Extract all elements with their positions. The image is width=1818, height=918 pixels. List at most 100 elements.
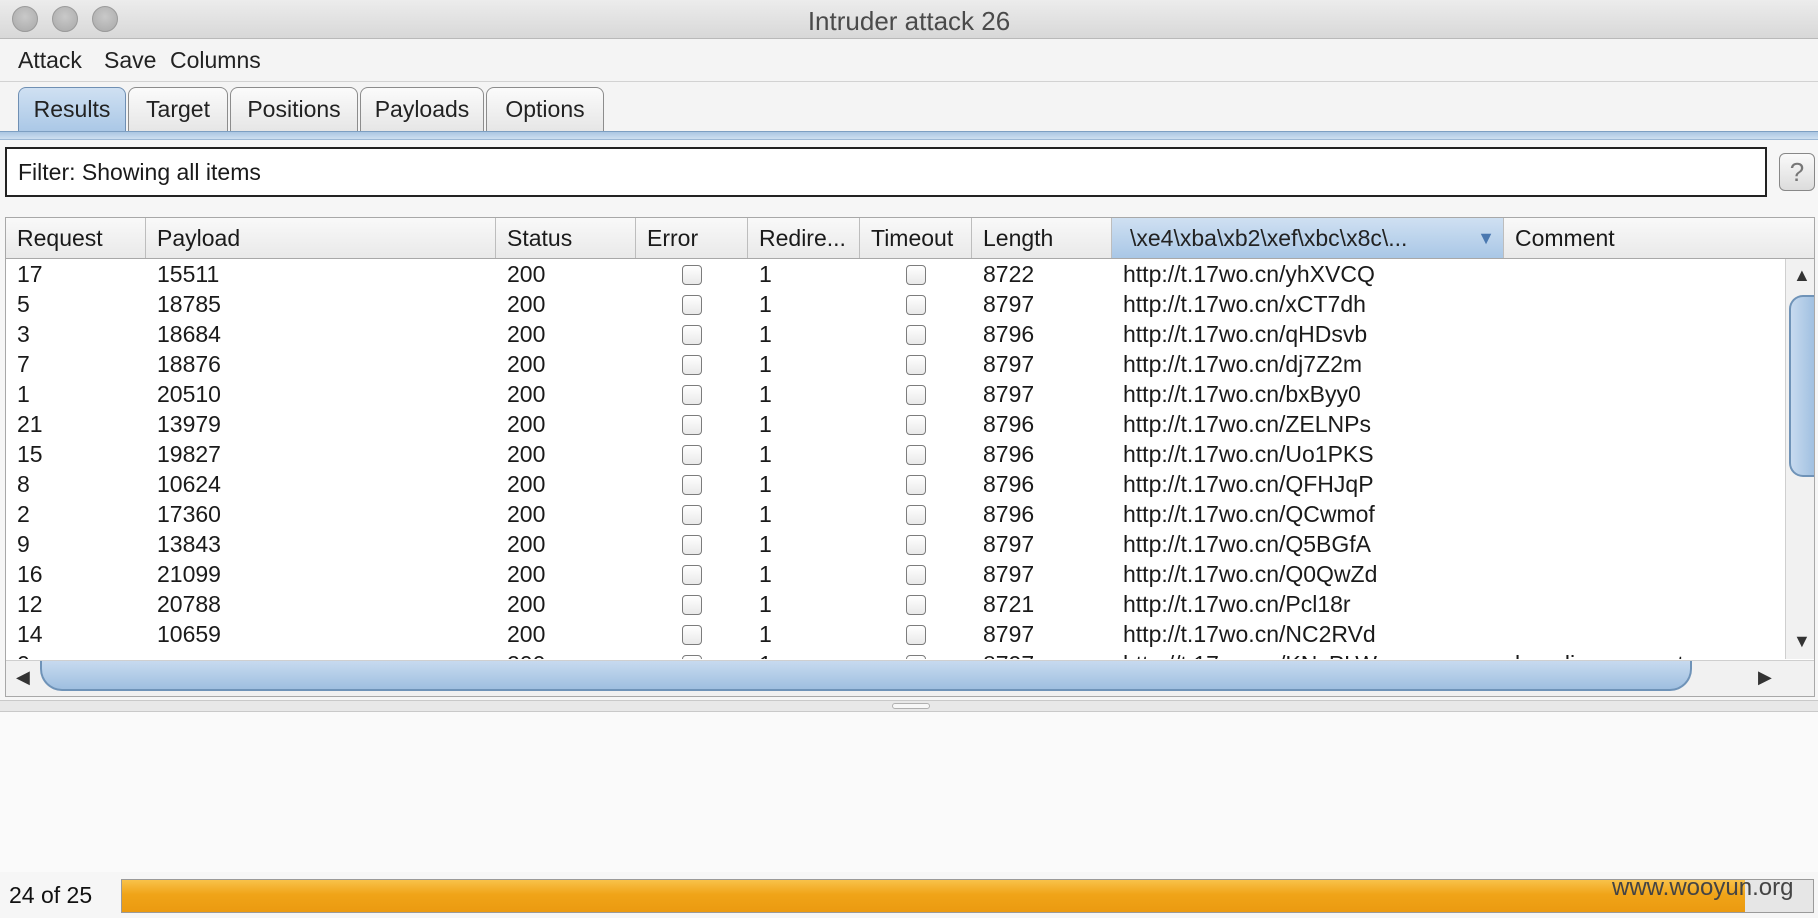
cell-error-checkbox — [682, 565, 702, 585]
scroll-up-icon[interactable]: ▲ — [1793, 265, 1811, 286]
cell-error-checkbox — [682, 445, 702, 465]
cell-extract: http://t.17wo.cn/KNxPLW — [1123, 649, 1377, 659]
cell-redirects: 1 — [759, 649, 772, 659]
help-button[interactable]: ? — [1779, 153, 1815, 191]
column-header-payload[interactable]: Payload — [146, 218, 496, 258]
column-header-length[interactable]: Length — [972, 218, 1112, 258]
cell-request: 9 — [17, 531, 30, 557]
cell-redirects: 1 — [759, 261, 772, 287]
cell-length: 8797 — [983, 561, 1035, 587]
table-row[interactable]: 2 17360 200 1 8796 http://t.17wo.cn/QCwmof — [6, 499, 1786, 529]
cell-timeout-checkbox — [906, 655, 926, 659]
cell-status: 200 — [507, 291, 546, 317]
cell-error-checkbox — [682, 625, 702, 645]
horizontal-scroll-thumb[interactable] — [40, 661, 1692, 691]
cell-redirects: 1 — [759, 471, 772, 497]
tab-target[interactable]: Target — [128, 87, 228, 131]
cell-request: 17 — [17, 261, 43, 287]
column-header-timeout[interactable]: Timeout — [860, 218, 972, 258]
table-body: 17 15511 200 1 8722 http://t.17wo.cn/yhXVCQ 5 1… — [6, 259, 1786, 659]
table-row[interactable]: 12 20788 200 1 8721 http://t.17wo.cn/Pcl18r — [6, 589, 1786, 619]
cell-status: 200 — [507, 531, 546, 557]
table-row[interactable]: 16 21099 200 1 8797 http://t.17wo.cn/Q0QwZd — [6, 559, 1786, 589]
table-row[interactable]: 14 10659 200 1 8797 http://t.17wo.cn/NC2RVd — [6, 619, 1786, 649]
table-row[interactable]: 3 18684 200 1 8796 http://t.17wo.cn/qHDsvb — [6, 319, 1786, 349]
cell-payload: 13843 — [157, 531, 221, 557]
cell-timeout-checkbox — [906, 565, 926, 585]
progress-count: 24 of 25 — [9, 882, 93, 908]
cell-payload: 10624 — [157, 471, 221, 497]
progress-fill — [122, 880, 1746, 912]
tab-results[interactable]: Results — [18, 87, 126, 133]
filter-bar[interactable]: Filter: Showing all items — [5, 147, 1767, 197]
cell-payload: 19827 — [157, 441, 221, 467]
cell-length: 8797 — [983, 649, 1034, 659]
cell-request: 12 — [17, 591, 43, 617]
cell-length: 8797 — [983, 621, 1035, 647]
pane-splitter[interactable] — [0, 700, 1818, 712]
table-row[interactable]: 1 20510 200 1 8797 http://t.17wo.cn/bxByy0 — [6, 379, 1786, 409]
cell-payload: 17360 — [157, 501, 221, 527]
cell-timeout-checkbox — [906, 505, 926, 525]
cell-redirects: 1 — [759, 501, 772, 527]
table-row[interactable]: 9 13843 200 1 8797 http://t.17wo.cn/Q5BGfA — [6, 529, 1786, 559]
cell-redirects: 1 — [759, 621, 772, 647]
cell-redirects: 1 — [759, 561, 772, 587]
title-bar: Intruder attack 26 — [0, 0, 1818, 39]
cell-extract: http://t.17wo.cn/Q5BGfA — [1123, 531, 1372, 557]
column-header-status[interactable]: Status — [496, 218, 636, 258]
column-header-redirects[interactable]: Redire... — [748, 218, 860, 258]
table-row[interactable]: 21 13979 200 1 8796 http://t.17wo.cn/ZELNPs — [6, 409, 1786, 439]
cell-length: 8797 — [983, 291, 1035, 317]
cell-request: 2 — [17, 501, 30, 527]
cell-length: 8722 — [983, 261, 1035, 287]
cell-error-checkbox — [682, 325, 702, 345]
tab-options[interactable]: Options — [486, 87, 604, 131]
table-row[interactable]: 5 18785 200 1 8797 http://t.17wo.cn/xCT7dh — [6, 289, 1786, 319]
cell-extract: http://t.17wo.cn/QCwmof — [1123, 501, 1375, 527]
table-row[interactable]: 0 200 1 8797 http://t.17wo.cn/KNxPLW baseline… — [6, 649, 1786, 659]
scroll-down-icon[interactable]: ▼ — [1793, 631, 1811, 652]
cell-length: 8797 — [983, 531, 1035, 557]
table-row[interactable]: 15 19827 200 1 8796 http://t.17wo.cn/Uo1PKS — [6, 439, 1786, 469]
menu-columns[interactable]: Columns — [170, 47, 261, 74]
menu-attack[interactable]: Attack — [18, 47, 82, 74]
cell-extract: http://t.17wo.cn/QFHJqP — [1123, 471, 1374, 497]
splitter-grip-icon[interactable] — [892, 703, 930, 709]
column-header-extract[interactable]: \xe4\xba\xb2\xef\xbc\x8c\... ▼ — [1112, 218, 1504, 258]
table-row[interactable]: 8 10624 200 1 8796 http://t.17wo.cn/QFHJqP — [6, 469, 1786, 499]
tab-payloads[interactable]: Payloads — [360, 87, 484, 131]
cell-length: 8796 — [983, 411, 1035, 437]
cell-timeout-checkbox — [906, 265, 926, 285]
cell-error-checkbox — [682, 295, 702, 315]
cell-length: 8797 — [983, 381, 1035, 407]
cell-request: 21 — [17, 411, 43, 437]
cell-payload: 18785 — [157, 291, 221, 317]
column-header-error[interactable]: Error — [636, 218, 748, 258]
cell-timeout-checkbox — [906, 445, 926, 465]
detail-pane — [0, 712, 1818, 872]
results-table: Request Payload Status Error Redire... T… — [5, 217, 1815, 697]
cell-error-checkbox — [682, 415, 702, 435]
vertical-scrollbar[interactable]: ▲ ▼ — [1785, 259, 1814, 659]
table-row[interactable]: 7 18876 200 1 8797 http://t.17wo.cn/dj7Z2m — [6, 349, 1786, 379]
scroll-right-icon[interactable]: ▶ — [1758, 667, 1772, 688]
cell-payload: 10659 — [157, 621, 221, 647]
column-header-request[interactable]: Request — [6, 218, 146, 258]
tab-positions[interactable]: Positions — [230, 87, 358, 131]
cell-request: 5 — [17, 291, 30, 317]
cell-request: 1 — [17, 381, 30, 407]
cell-status: 200 — [507, 381, 546, 407]
cell-timeout-checkbox — [906, 535, 926, 555]
cell-payload: 18876 — [157, 351, 221, 377]
vertical-scroll-thumb[interactable] — [1789, 295, 1814, 477]
cell-extract: http://t.17wo.cn/ZELNPs — [1123, 411, 1372, 437]
scroll-left-icon[interactable]: ◀ — [16, 667, 30, 688]
cell-redirects: 1 — [759, 441, 772, 467]
horizontal-scrollbar[interactable]: ◀ ▶ — [6, 660, 1814, 696]
cell-extract: http://t.17wo.cn/Pcl18r — [1123, 591, 1351, 617]
cell-status: 200 — [507, 261, 546, 287]
table-row[interactable]: 17 15511 200 1 8722 http://t.17wo.cn/yhXVCQ — [6, 259, 1786, 289]
menu-save[interactable]: Save — [104, 47, 156, 74]
column-header-comment[interactable]: Comment — [1504, 218, 1814, 258]
